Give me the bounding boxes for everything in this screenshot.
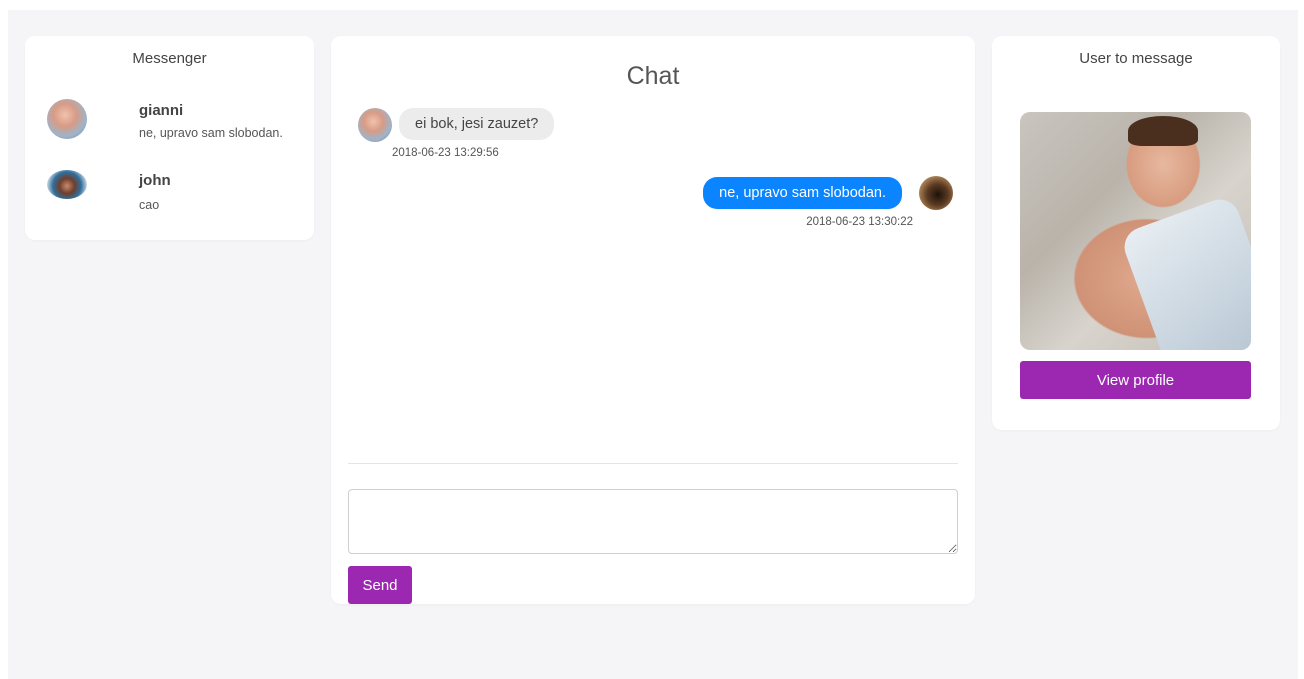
message-timestamp: 2018-06-23 13:29:56 — [392, 147, 499, 159]
messenger-panel: Messenger gianni ne, upravo sam slobodan… — [25, 36, 314, 240]
conversation-item-john[interactable]: john cao — [47, 167, 307, 223]
message-input[interactable] — [348, 489, 958, 554]
conversation-name: gianni — [139, 102, 184, 119]
messenger-title: Messenger — [132, 50, 207, 67]
conversation-name: john — [139, 172, 171, 189]
avatar — [919, 176, 953, 210]
avatar — [358, 108, 392, 142]
user-panel: User to message View profile — [992, 36, 1280, 430]
conversation-preview: ne, upravo sam slobodan. — [139, 126, 283, 140]
avatar — [47, 99, 87, 139]
divider — [348, 463, 958, 464]
conversation-item-gianni[interactable]: gianni ne, upravo sam slobodan. — [47, 99, 307, 155]
message-bubble-incoming: ei bok, jesi zauzet? — [399, 108, 555, 140]
message-timestamp: 2018-06-23 13:30:22 — [806, 216, 913, 228]
view-profile-button[interactable]: View profile — [1020, 361, 1251, 399]
message-bubble-outgoing: ne, upravo sam slobodan. — [703, 177, 902, 209]
chat-panel: Chat ei bok, jesi zauzet? 2018-06-23 13:… — [331, 36, 975, 604]
chat-title: Chat — [626, 62, 680, 90]
profile-photo — [1020, 112, 1251, 350]
towel-shape — [1118, 194, 1251, 350]
user-panel-title: User to message — [1079, 50, 1193, 67]
send-button[interactable]: Send — [348, 566, 412, 604]
avatar — [47, 170, 87, 199]
conversation-preview: cao — [139, 198, 160, 212]
hair-shape — [1128, 116, 1198, 146]
